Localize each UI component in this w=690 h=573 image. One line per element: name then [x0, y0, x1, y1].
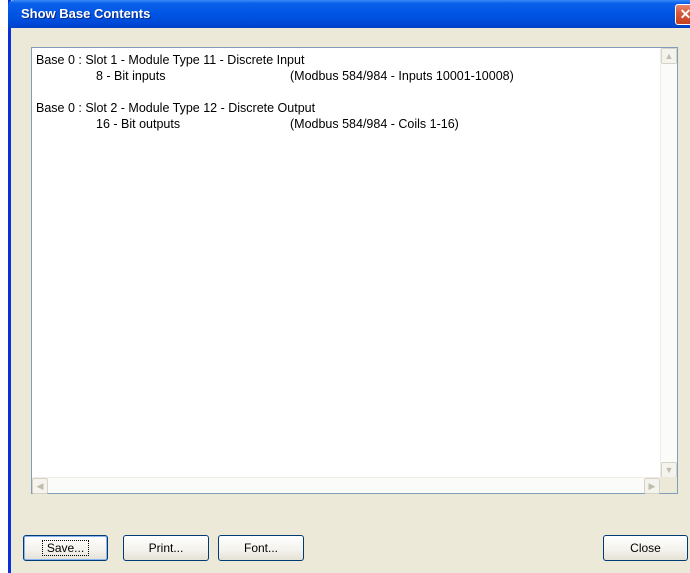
scroll-left-icon: ◀ [36, 481, 44, 491]
print-button-label: Print... [148, 541, 184, 555]
close-button[interactable]: Close [603, 535, 688, 561]
save-button-label: Save... [41, 540, 90, 556]
show-base-contents-dialog: Show Base Contents ✕ Base 0 : Slot 1 - M… [8, 0, 690, 573]
module-entry: Base 0 : Slot 2 - Module Type 12 - Discr… [36, 100, 656, 132]
horizontal-scrollbar[interactable]: ◀ ▶ [32, 477, 677, 494]
module-entry: Base 0 : Slot 1 - Module Type 11 - Discr… [36, 52, 656, 84]
title-bar[interactable]: Show Base Contents ✕ [8, 0, 690, 28]
window-title: Show Base Contents [21, 6, 151, 21]
module-io-count: 16 - Bit outputs [96, 117, 181, 131]
print-button[interactable]: Print... [123, 535, 209, 561]
scroll-up-button[interactable]: ▲ [661, 48, 677, 64]
contents-text: Base 0 : Slot 1 - Module Type 11 - Discr… [36, 52, 656, 488]
save-button[interactable]: Save... [23, 535, 108, 561]
module-modbus-range: (Modbus 584/984 - Coils 1-16) [290, 117, 459, 131]
scroll-right-button[interactable]: ▶ [644, 478, 660, 494]
scroll-down-icon: ▼ [664, 465, 674, 475]
scroll-right-icon: ▶ [648, 481, 656, 491]
scroll-up-icon: ▲ [664, 51, 674, 61]
close-icon: ✕ [679, 6, 690, 22]
module-header: Base 0 : Slot 2 - Module Type 12 - Discr… [36, 101, 316, 115]
scroll-down-button[interactable]: ▼ [661, 462, 677, 478]
vertical-scrollbar[interactable]: ▲ ▼ [660, 48, 677, 478]
font-button[interactable]: Font... [218, 535, 304, 561]
close-button-label: Close [630, 541, 661, 555]
module-io-count: 8 - Bit inputs [96, 69, 166, 83]
close-window-button[interactable]: ✕ [675, 4, 690, 25]
module-modbus-range: (Modbus 584/984 - Inputs 10001-10008) [290, 69, 514, 83]
module-header: Base 0 : Slot 1 - Module Type 11 - Discr… [36, 53, 305, 67]
contents-text-area[interactable]: Base 0 : Slot 1 - Module Type 11 - Discr… [31, 47, 678, 494]
scroll-left-button[interactable]: ◀ [32, 478, 48, 494]
scrollbar-corner [660, 477, 677, 493]
font-button-label: Font... [243, 541, 278, 555]
